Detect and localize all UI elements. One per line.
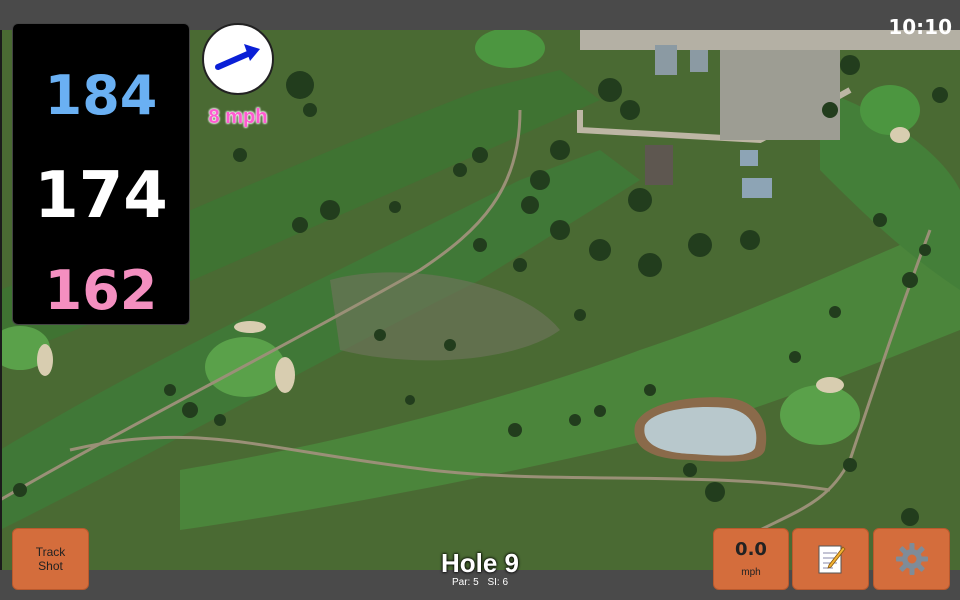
hole-stroke-index: SI: 6	[487, 577, 509, 588]
wind-speed-label: 8 mph	[208, 106, 268, 128]
track-shot-button[interactable]: Track Shot	[12, 528, 89, 590]
hole-title: Hole 9	[440, 548, 520, 578]
wind-direction-indicator	[202, 23, 274, 95]
track-shot-label-line2: Shot	[38, 559, 63, 573]
notepad-icon	[818, 545, 846, 574]
status-clock: 10:10	[888, 15, 952, 39]
notes-button[interactable]	[792, 528, 869, 590]
back-distance: 184	[44, 64, 158, 127]
hole-par: Par: 5	[451, 577, 479, 588]
gear-icon	[895, 543, 928, 575]
wind-speed-value: 0.0	[735, 539, 767, 560]
middle-distance: 174	[34, 159, 168, 233]
wind-arrow-icon	[215, 44, 260, 70]
hole-info: Par: 5 SI: 6	[380, 577, 580, 588]
settings-button[interactable]	[873, 528, 950, 590]
track-shot-label-line1: Track	[35, 545, 66, 559]
front-distance: 162	[44, 259, 158, 322]
wind-speed-unit: mph	[741, 567, 761, 578]
distance-panel: 184 174 162	[12, 23, 190, 325]
wind-speed-button[interactable]: 0.0 mph	[713, 528, 789, 590]
